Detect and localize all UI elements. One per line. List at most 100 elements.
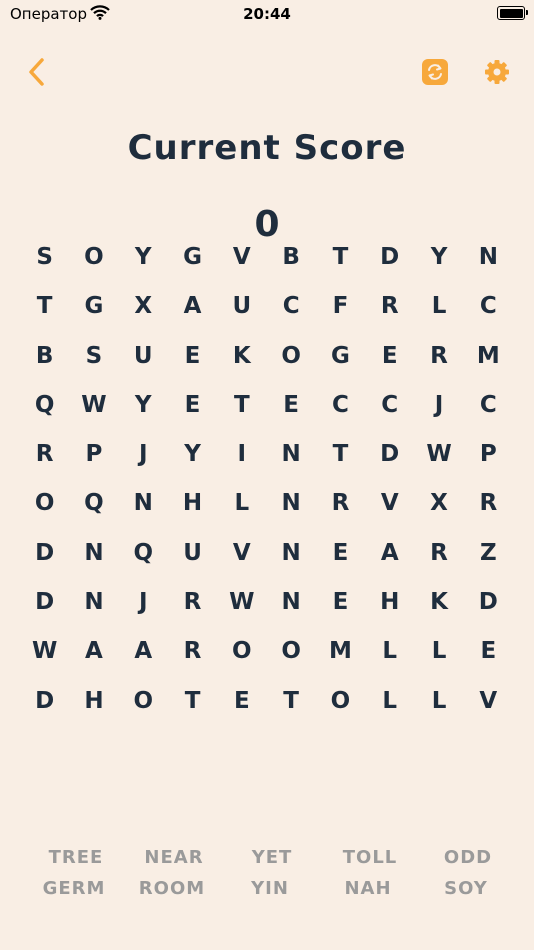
grid-cell[interactable]: S bbox=[69, 332, 118, 381]
grid-cell[interactable]: T bbox=[217, 381, 266, 430]
grid-cell[interactable]: O bbox=[266, 332, 315, 381]
grid-cell[interactable]: N bbox=[266, 578, 315, 627]
grid-cell[interactable]: C bbox=[365, 381, 414, 430]
grid-cell[interactable]: O bbox=[20, 479, 69, 528]
grid-cell[interactable]: C bbox=[464, 381, 513, 430]
grid-cell[interactable]: O bbox=[119, 677, 168, 726]
grid-cell[interactable]: R bbox=[316, 479, 365, 528]
grid-cell[interactable]: E bbox=[217, 677, 266, 726]
grid-cell[interactable]: O bbox=[266, 627, 315, 676]
grid-cell[interactable]: U bbox=[119, 332, 168, 381]
grid-cell[interactable]: I bbox=[217, 430, 266, 479]
grid-cell[interactable]: Y bbox=[119, 381, 168, 430]
grid-cell[interactable]: R bbox=[365, 282, 414, 331]
grid-cell[interactable]: J bbox=[119, 430, 168, 479]
grid-cell[interactable]: E bbox=[266, 381, 315, 430]
grid-cell[interactable]: L bbox=[414, 627, 463, 676]
grid-cell[interactable]: R bbox=[464, 479, 513, 528]
grid-cell[interactable]: J bbox=[119, 578, 168, 627]
grid-cell[interactable]: N bbox=[266, 430, 315, 479]
grid-cell[interactable]: X bbox=[414, 479, 463, 528]
grid-cell[interactable]: T bbox=[20, 282, 69, 331]
grid-cell[interactable]: F bbox=[316, 282, 365, 331]
grid-cell[interactable]: P bbox=[69, 430, 118, 479]
grid-cell[interactable]: R bbox=[168, 627, 217, 676]
grid-cell[interactable]: L bbox=[365, 677, 414, 726]
grid-cell[interactable]: T bbox=[266, 677, 315, 726]
grid-cell[interactable]: E bbox=[464, 627, 513, 676]
grid-cell[interactable]: A bbox=[365, 529, 414, 578]
back-button[interactable] bbox=[25, 57, 49, 87]
grid-cell[interactable]: T bbox=[316, 233, 365, 282]
grid-cell[interactable]: N bbox=[266, 529, 315, 578]
grid-cell[interactable]: E bbox=[365, 332, 414, 381]
grid-cell[interactable]: C bbox=[266, 282, 315, 331]
grid-cell[interactable]: L bbox=[365, 627, 414, 676]
grid-cell[interactable]: X bbox=[119, 282, 168, 331]
grid-cell[interactable]: D bbox=[20, 578, 69, 627]
grid-cell[interactable]: E bbox=[316, 578, 365, 627]
grid-cell[interactable]: Z bbox=[464, 529, 513, 578]
grid-cell[interactable]: R bbox=[414, 529, 463, 578]
grid-cell[interactable]: D bbox=[20, 529, 69, 578]
letter-grid[interactable]: SOYGVBTDYNTGXAUCFRLCBSUEKOGERMQWYETECCJC… bbox=[20, 233, 513, 726]
grid-cell[interactable]: Y bbox=[414, 233, 463, 282]
grid-cell[interactable]: A bbox=[168, 282, 217, 331]
grid-cell[interactable]: Q bbox=[119, 529, 168, 578]
grid-cell[interactable]: U bbox=[168, 529, 217, 578]
refresh-button[interactable] bbox=[422, 59, 448, 85]
grid-cell[interactable]: H bbox=[69, 677, 118, 726]
grid-cell[interactable]: L bbox=[414, 282, 463, 331]
grid-cell[interactable]: A bbox=[119, 627, 168, 676]
grid-cell[interactable]: G bbox=[69, 282, 118, 331]
grid-cell[interactable]: R bbox=[414, 332, 463, 381]
grid-cell[interactable]: V bbox=[217, 233, 266, 282]
grid-cell[interactable]: M bbox=[316, 627, 365, 676]
settings-button[interactable] bbox=[484, 59, 510, 85]
grid-cell[interactable]: W bbox=[217, 578, 266, 627]
grid-cell[interactable]: E bbox=[316, 529, 365, 578]
grid-cell[interactable]: D bbox=[365, 430, 414, 479]
grid-cell[interactable]: U bbox=[217, 282, 266, 331]
grid-cell[interactable]: E bbox=[168, 381, 217, 430]
grid-cell[interactable]: Y bbox=[168, 430, 217, 479]
grid-cell[interactable]: O bbox=[217, 627, 266, 676]
grid-cell[interactable]: D bbox=[464, 578, 513, 627]
grid-cell[interactable]: L bbox=[414, 677, 463, 726]
grid-cell[interactable]: Y bbox=[119, 233, 168, 282]
grid-cell[interactable]: N bbox=[464, 233, 513, 282]
grid-cell[interactable]: W bbox=[414, 430, 463, 479]
grid-cell[interactable]: B bbox=[266, 233, 315, 282]
grid-cell[interactable]: W bbox=[69, 381, 118, 430]
grid-cell[interactable]: G bbox=[316, 332, 365, 381]
grid-cell[interactable]: Q bbox=[20, 381, 69, 430]
grid-cell[interactable]: V bbox=[464, 677, 513, 726]
grid-cell[interactable]: R bbox=[168, 578, 217, 627]
grid-cell[interactable]: S bbox=[20, 233, 69, 282]
grid-cell[interactable]: H bbox=[365, 578, 414, 627]
grid-cell[interactable]: P bbox=[464, 430, 513, 479]
grid-cell[interactable]: K bbox=[217, 332, 266, 381]
grid-cell[interactable]: V bbox=[217, 529, 266, 578]
grid-cell[interactable]: N bbox=[119, 479, 168, 528]
grid-cell[interactable]: J bbox=[414, 381, 463, 430]
grid-cell[interactable]: L bbox=[217, 479, 266, 528]
grid-cell[interactable]: H bbox=[168, 479, 217, 528]
grid-cell[interactable]: V bbox=[365, 479, 414, 528]
grid-cell[interactable]: T bbox=[168, 677, 217, 726]
grid-cell[interactable]: W bbox=[20, 627, 69, 676]
grid-cell[interactable]: K bbox=[414, 578, 463, 627]
grid-cell[interactable]: R bbox=[20, 430, 69, 479]
grid-cell[interactable]: Q bbox=[69, 479, 118, 528]
grid-cell[interactable]: N bbox=[69, 578, 118, 627]
grid-cell[interactable]: C bbox=[316, 381, 365, 430]
grid-cell[interactable]: T bbox=[316, 430, 365, 479]
grid-cell[interactable]: C bbox=[464, 282, 513, 331]
grid-cell[interactable]: D bbox=[20, 677, 69, 726]
grid-cell[interactable]: E bbox=[168, 332, 217, 381]
grid-cell[interactable]: O bbox=[316, 677, 365, 726]
grid-cell[interactable]: O bbox=[69, 233, 118, 282]
grid-cell[interactable]: A bbox=[69, 627, 118, 676]
grid-cell[interactable]: D bbox=[365, 233, 414, 282]
grid-cell[interactable]: G bbox=[168, 233, 217, 282]
